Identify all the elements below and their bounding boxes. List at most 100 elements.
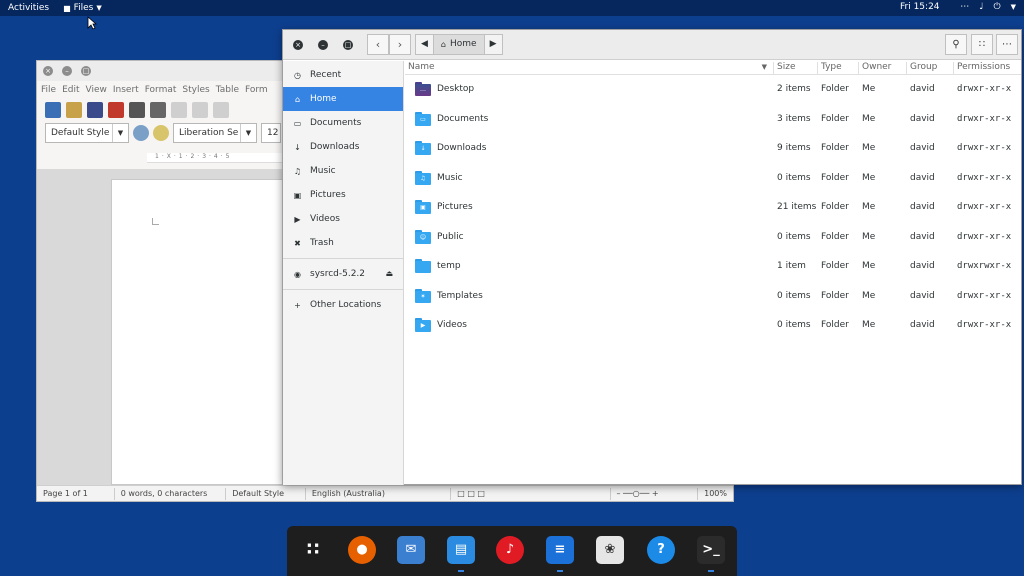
sidebar-item-pictures[interactable]: ▣ Pictures	[283, 183, 403, 207]
dock: ∷ ● ✉ ▤ ♪ ≡ ❀? >_	[287, 526, 737, 576]
page-count[interactable]: Page 1 of 1	[37, 487, 115, 500]
path-right-arrow-icon[interactable]: ▶	[485, 35, 502, 54]
menu-button[interactable]: ⋯	[996, 34, 1018, 55]
sidebar-item-label: sysrcd-5.2.2	[310, 269, 366, 279]
volume-icon: ♩	[979, 2, 984, 12]
view-controls[interactable]: □ □ □	[451, 487, 611, 500]
save-icon[interactable]	[87, 102, 103, 118]
column-type[interactable]: Type	[817, 62, 858, 75]
paste-icon[interactable]	[213, 102, 229, 118]
writer-icon[interactable]: ≡	[546, 536, 574, 564]
sidebar-item-trash[interactable]: ✖ Trash	[283, 231, 403, 255]
firefox-icon[interactable]: ●	[348, 536, 376, 564]
zoom-level[interactable]: 100%	[698, 488, 733, 500]
new-document-icon[interactable]	[45, 102, 61, 118]
close-icon[interactable]: ×	[43, 66, 53, 76]
app-grid-icon[interactable]: ∷	[299, 536, 327, 564]
close-icon[interactable]: ×	[293, 40, 303, 50]
sidebar-item-downloads[interactable]: ↓ Downloads	[283, 135, 403, 159]
column-owner[interactable]: Owner	[858, 62, 906, 75]
table-row[interactable]: ☺ Public 0 items Folder Me david drwxr-xr-x	[405, 223, 1021, 253]
print-icon[interactable]	[129, 102, 145, 118]
view-grid-button[interactable]: ∷	[971, 34, 993, 55]
sidebar-item-documents[interactable]: ▭ Documents	[283, 111, 403, 135]
power-icon: ⏻	[993, 2, 1001, 12]
back-button[interactable]: ‹	[367, 34, 389, 55]
maximize-icon[interactable]: □	[343, 40, 353, 50]
file-size: 0 items	[777, 172, 811, 183]
copy-icon[interactable]	[192, 102, 208, 118]
maximize-icon[interactable]: □	[81, 66, 91, 76]
files-window: × – □ ‹ › ◀ ⌂ Home ▶ ⚲ ∷ ⋯ ◷ Recent ⌂ Home ▭…	[282, 29, 1022, 485]
running-indicator	[557, 570, 563, 572]
writer-menu-edit[interactable]: Edit	[62, 85, 85, 95]
file-size: 9 items	[777, 143, 811, 153]
column-name[interactable]: Name ▼	[405, 62, 773, 75]
writer-menu-insert[interactable]: Insert	[113, 85, 145, 95]
eject-icon[interactable]: ⏏	[385, 269, 393, 278]
column-group[interactable]: Group	[906, 62, 953, 75]
table-row[interactable]: temp 1 item Folder Me david drwxrwxr-x	[405, 252, 1021, 282]
table-row[interactable]: ✶ Templates 0 items Folder Me david drwxr-xr-x	[405, 282, 1021, 312]
update-style-icon[interactable]	[133, 125, 149, 141]
music-player-icon[interactable]: ♪	[496, 536, 524, 564]
writer-menu-form[interactable]: Form	[245, 85, 274, 95]
cut-icon[interactable]	[171, 102, 187, 118]
sidebar-item-home[interactable]: ⌂ Home	[283, 87, 403, 111]
file-name: Templates	[437, 290, 483, 301]
file-manager-icon[interactable]: ▤	[447, 536, 475, 564]
sidebar-item-music[interactable]: ♫ Music	[283, 159, 403, 183]
print-preview-icon[interactable]	[150, 102, 166, 118]
activities-button[interactable]: Activities	[0, 3, 57, 13]
page-style[interactable]: Default Style	[226, 487, 306, 500]
writer-menu-view[interactable]: View	[86, 85, 113, 95]
file-size: 0 items	[777, 290, 811, 301]
column-size[interactable]: Size	[773, 62, 817, 75]
terminal-icon[interactable]: >_	[697, 536, 725, 564]
minimize-icon[interactable]: –	[62, 66, 72, 76]
minimize-icon[interactable]: –	[318, 40, 328, 50]
word-count[interactable]: 0 words, 0 characters	[115, 487, 227, 500]
path-home-button[interactable]: ⌂ Home	[432, 35, 485, 54]
text-language[interactable]: English (Australia)	[306, 487, 452, 500]
file-name: Desktop	[437, 84, 475, 94]
system-menu[interactable]: ⋯ ♩ ⏻ ▼	[960, 2, 1016, 12]
picture-icon: ▣	[293, 190, 302, 200]
mail-icon[interactable]: ✉	[397, 536, 425, 564]
folder-icon: ■	[63, 3, 71, 13]
zoom-slider[interactable]: – ──○── +	[611, 487, 699, 500]
gimp-icon[interactable]: ❀	[596, 536, 624, 564]
table-row[interactable]: ↓ Downloads 9 items Folder Me david drwxr-xr-x	[405, 134, 1021, 164]
font-name-select[interactable]: Liberation Se ▼	[173, 123, 257, 143]
table-row[interactable]: ▣ Pictures 21 items Folder Me david drwxr-xr-x	[405, 193, 1021, 223]
forward-button[interactable]: ›	[389, 34, 411, 55]
table-row[interactable]: ▶ Videos 0 items Folder Me david drwxr-xr-x	[405, 311, 1021, 341]
writer-menu-styles[interactable]: Styles	[182, 85, 215, 95]
table-row[interactable]: ▭ Documents 3 items Folder Me david drwxr-xr-x	[405, 105, 1021, 135]
sidebar-item-videos[interactable]: ▶ Videos	[283, 207, 403, 231]
app-menu[interactable]: ■ Files ▼	[63, 3, 102, 13]
column-permissions[interactable]: Permissions	[953, 62, 1021, 75]
paragraph-style-select[interactable]: Default Style ▼	[45, 123, 129, 143]
font-size-select[interactable]: 12	[261, 123, 281, 143]
sidebar-item-recent[interactable]: ◷ Recent	[283, 63, 403, 87]
help-icon[interactable]: ?	[647, 536, 675, 564]
sidebar-item-other-locations[interactable]: + Other Locations	[283, 293, 403, 317]
sidebar-item-device[interactable]: ◉ sysrcd-5.2.2 ⏏	[283, 262, 403, 286]
document-page[interactable]	[111, 179, 311, 485]
writer-menu-file[interactable]: File	[41, 85, 62, 95]
chevron-down-icon: ▼	[240, 124, 256, 142]
table-row[interactable]: … Desktop 2 items Folder Me david drwxr-xr-x	[405, 75, 1021, 105]
search-button[interactable]: ⚲	[945, 34, 967, 55]
clock[interactable]: Fri 15:24	[900, 2, 940, 12]
open-folder-icon[interactable]	[66, 102, 82, 118]
export-pdf-icon[interactable]	[108, 102, 124, 118]
disc-icon: ◉	[294, 269, 301, 279]
new-style-icon[interactable]	[153, 125, 169, 141]
table-row[interactable]: ♫ Music 0 items Folder Me david drwxr-xr-x	[405, 164, 1021, 194]
chevron-down-icon: ▼	[761, 63, 767, 71]
writer-menu-table[interactable]: Table	[216, 85, 245, 95]
path-left-arrow-icon[interactable]: ◀	[416, 35, 433, 54]
writer-menu-format[interactable]: Format	[145, 85, 183, 95]
path-bar: ◀ ⌂ Home ▶	[415, 34, 503, 55]
